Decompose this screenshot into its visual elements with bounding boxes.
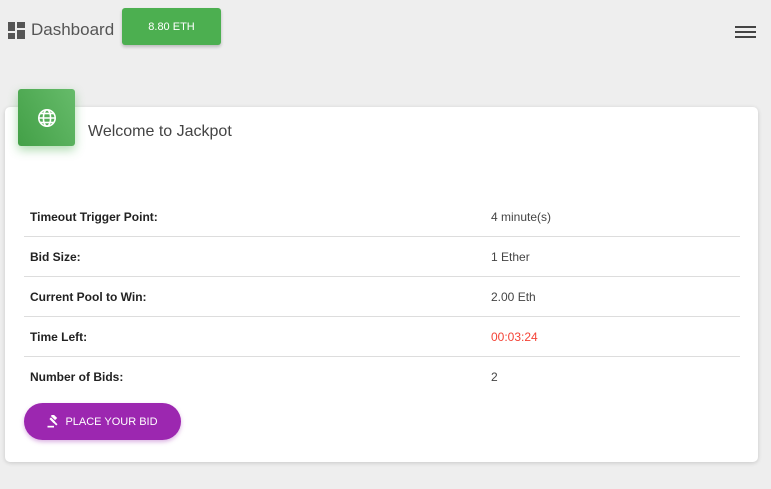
- table-row-current-pool: Current Pool to Win: 2.00 Eth: [24, 276, 740, 317]
- row-label: Bid Size:: [24, 236, 491, 277]
- row-value: 2: [491, 369, 498, 384]
- card-title: Welcome to Jackpot: [88, 123, 232, 140]
- dashboard-icon: [8, 21, 25, 39]
- table-row-time-left: Time Left: 00:03:24: [24, 316, 740, 357]
- eth-balance-button[interactable]: 8.80 ETH: [122, 8, 221, 45]
- hamburger-menu-icon[interactable]: [735, 24, 757, 40]
- row-label: Timeout Trigger Point:: [24, 197, 491, 237]
- brand[interactable]: Dashboard: [8, 19, 114, 41]
- top-bar: Dashboard 8.80 ETH: [0, 0, 771, 60]
- place-bid-button[interactable]: PLACE YOUR BID: [24, 403, 181, 440]
- place-bid-label: PLACE YOUR BID: [65, 415, 158, 428]
- table-row-number-of-bids: Number of Bids: 2: [24, 357, 740, 397]
- gavel-icon: [47, 415, 60, 428]
- row-label: Current Pool to Win:: [24, 276, 491, 317]
- jackpot-info-table: Timeout Trigger Point: 4 minute(s) Bid S…: [24, 197, 740, 396]
- table-row-timeout: Timeout Trigger Point: 4 minute(s): [24, 197, 740, 237]
- row-label: Time Left:: [24, 316, 491, 357]
- row-value: 2.00 Eth: [491, 276, 740, 317]
- globe-icon: [18, 89, 75, 146]
- row-label: Number of Bids:: [30, 369, 124, 384]
- brand-label: Dashboard: [31, 20, 115, 39]
- row-value: 4 minute(s): [491, 197, 740, 237]
- time-left-value: 00:03:24: [491, 316, 740, 357]
- row-value: 1 Ether: [491, 236, 740, 277]
- table-row-bid-size: Bid Size: 1 Ether: [24, 236, 740, 277]
